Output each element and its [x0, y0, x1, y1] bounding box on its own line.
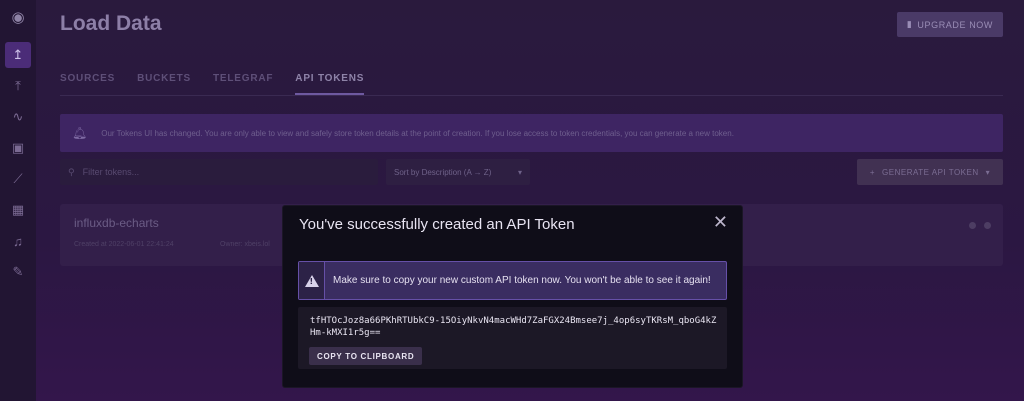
warning-icon [304, 274, 319, 287]
filter-row: ⚲ Filter tokens... Sort by Description (… [60, 159, 1003, 185]
data-explorer-icon[interactable]: ⤒ [5, 73, 31, 99]
filter-input[interactable]: ⚲ Filter tokens... [60, 159, 378, 185]
token-created-modal: You've successfully created an API Token… [283, 206, 742, 387]
sort-dropdown[interactable]: Sort by Description (A → Z) ▾ [386, 159, 530, 185]
clone-icon[interactable] [969, 222, 976, 229]
tab-api-tokens[interactable]: API TOKENS [295, 70, 365, 95]
sidebar: ◉ ↥ ⤒ ∿ ▣ ⟋ ▦ ♫ ✎ [0, 0, 36, 401]
upgrade-icon: ▮ [906, 19, 913, 29]
chevron-down-icon: ▾ [517, 167, 522, 177]
copy-to-clipboard-button[interactable]: COPY TO CLIPBOARD [309, 347, 423, 365]
dashboard-icon[interactable]: ▣ [5, 135, 31, 161]
calendar-icon[interactable]: ▦ [5, 197, 31, 223]
token-value[interactable]: tfHTOcJoz8a66PKhRTUbkC9-15OiyNkvN4macWHd… [310, 315, 720, 339]
alerts-icon[interactable]: ♫ [5, 228, 31, 254]
tab-buckets[interactable]: BUCKETS [137, 70, 191, 95]
upgrade-button[interactable]: ▮ UPGRADE NOW [896, 12, 1003, 37]
delete-icon[interactable] [984, 222, 991, 229]
search-icon: ⚲ [68, 166, 75, 177]
modal-title: You've successfully created an API Token [299, 216, 575, 233]
tab-telegraf[interactable]: TELEGRAF [213, 70, 273, 95]
warning-banner: Make sure to copy your new custom API to… [298, 261, 727, 300]
token-name[interactable]: influxdb-echarts [74, 216, 159, 230]
upload-icon[interactable]: ↥ [5, 42, 31, 68]
filter-placeholder: Filter tokens... [82, 167, 140, 177]
token-created: Created at 2022-06-01 22:41:24 [74, 241, 174, 248]
tab-bar: SOURCES BUCKETS TELEGRAF API TOKENS [60, 70, 1003, 96]
tab-sources[interactable]: SOURCES [60, 70, 115, 95]
chevron-down-icon: ▾ [985, 167, 991, 177]
warning-icon-container [299, 262, 325, 299]
upgrade-label: UPGRADE NOW [917, 19, 993, 30]
notebook-icon[interactable]: ∿ [5, 104, 31, 130]
sort-label: Sort by Description (A → Z) [394, 167, 492, 177]
close-icon[interactable]: ✕ [713, 212, 728, 233]
info-banner: 🔔︎ Our Tokens UI has changed. You are on… [60, 114, 1003, 152]
logo-icon[interactable]: ◉ [5, 4, 31, 30]
tasks-icon[interactable]: ⟋ [5, 166, 31, 192]
plus-icon: + [869, 167, 876, 177]
card-actions [969, 222, 991, 229]
bell-icon: 🔔︎ [72, 126, 88, 140]
generate-api-token-button[interactable]: + GENERATE API TOKEN ▾ [857, 159, 1003, 185]
warning-text: Make sure to copy your new custom API to… [333, 275, 711, 286]
token-owner: Owner: xbeis.lol [220, 241, 270, 248]
settings-icon[interactable]: ✎ [5, 259, 31, 285]
generate-label: GENERATE API TOKEN [882, 167, 979, 177]
info-banner-text: Our Tokens UI has changed. You are only … [101, 128, 734, 138]
token-box: tfHTOcJoz8a66PKhRTUbkC9-15OiyNkvN4macWHd… [298, 307, 727, 369]
page-title: Load Data [60, 12, 162, 35]
